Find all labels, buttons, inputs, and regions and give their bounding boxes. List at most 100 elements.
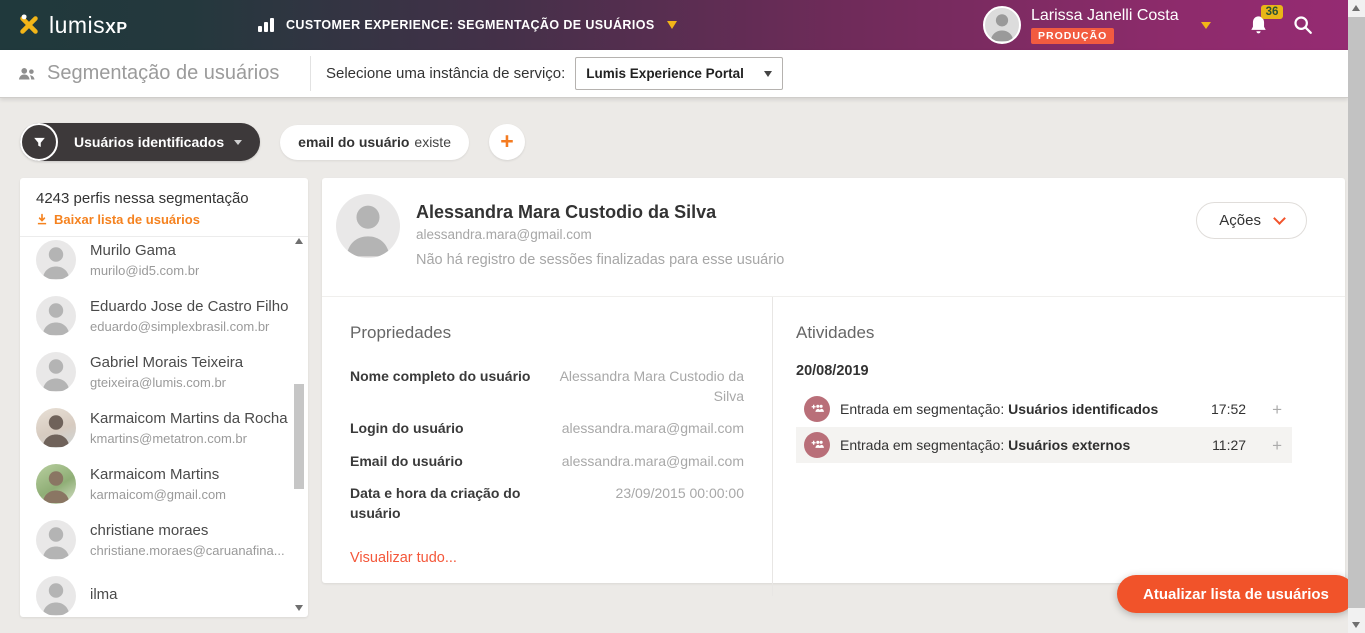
user-email: gteixeira@lumis.com.br xyxy=(90,375,243,390)
context-menu[interactable]: CUSTOMER EXPERIENCE: SEGMENTAÇÃO DE USUÁ… xyxy=(258,0,677,50)
detail-body: Propriedades Nome completo do usuário Al… xyxy=(322,297,1345,596)
filter-condition[interactable]: email do usuário existe xyxy=(280,125,469,160)
activity-row: Entrada em segmentação: Usuários identif… xyxy=(796,391,1292,427)
property-value: 23/09/2015 00:00:00 xyxy=(546,484,744,504)
update-users-button[interactable]: Atualizar lista de usuários xyxy=(1117,575,1355,613)
user-menu-caret-icon[interactable] xyxy=(1201,22,1211,29)
download-label: Baixar lista de usuários xyxy=(54,212,200,227)
list-header: 4243 perfis nessa segmentação Baixar lis… xyxy=(20,178,308,236)
expand-plus-icon[interactable]: + xyxy=(1272,437,1282,454)
brand-name: lumis xyxy=(49,12,105,39)
add-to-segment-icon xyxy=(804,432,830,458)
environment-badge: PRODUÇÃO xyxy=(1031,28,1114,44)
avatar xyxy=(36,296,76,336)
actions-label: Ações xyxy=(1219,212,1261,229)
detail-user-name: Alessandra Mara Custodio da Silva xyxy=(416,202,784,223)
expand-plus-icon[interactable]: + xyxy=(1272,401,1282,418)
list-item[interactable]: Murilo Gama murilo@id5.com.br xyxy=(20,232,308,288)
caret-down-icon xyxy=(764,71,772,77)
user-name: Karmaicom Martins xyxy=(90,466,226,485)
context-label: CUSTOMER EXPERIENCE: SEGMENTAÇÃO DE USUÁ… xyxy=(286,18,655,32)
segment-selector[interactable]: Usuários identificados xyxy=(20,123,260,161)
property-value: Alessandra Mara Custodio da Silva xyxy=(546,367,744,406)
user-area: Larissa Janelli Costa PRODUÇÃO 36 xyxy=(983,0,1314,50)
property-label: Login do usuário xyxy=(350,419,546,439)
property-value: alessandra.mara@gmail.com xyxy=(546,419,744,439)
list-item[interactable]: ilma xyxy=(20,568,308,617)
profiles-count: 4243 perfis nessa segmentação xyxy=(36,190,292,207)
instance-select-value: Lumis Experience Portal xyxy=(586,66,744,81)
view-all-link[interactable]: Visualizar tudo... xyxy=(350,550,744,566)
actions-button[interactable]: Ações xyxy=(1196,202,1307,239)
list-item[interactable]: Karmaicom Martins karmaicom@gmail.com xyxy=(20,456,308,512)
avatar xyxy=(336,194,400,258)
user-name: Eduardo Jose de Castro Filho xyxy=(90,298,288,317)
user-email: karmaicom@gmail.com xyxy=(90,487,226,502)
activity-text: Entrada em segmentação: Usuários externo… xyxy=(840,437,1130,453)
activities-heading: Atividades xyxy=(796,323,1292,343)
page-scrollbar[interactable] xyxy=(1348,0,1365,633)
caret-down-icon xyxy=(234,140,242,145)
list-item[interactable]: christiane moraes christiane.moraes@caru… xyxy=(20,512,308,568)
list-item[interactable]: Gabriel Morais Teixeira gteixeira@lumis.… xyxy=(20,344,308,400)
session-note: Não há registro de sessões finalizadas p… xyxy=(416,252,784,268)
user-name: ilma xyxy=(90,586,118,605)
caret-down-icon xyxy=(667,21,677,29)
avatar xyxy=(36,464,76,504)
detail-header: Alessandra Mara Custodio da Silva alessa… xyxy=(322,178,1345,297)
activity-time: 17:52 xyxy=(1211,401,1246,417)
activity-time: 11:27 xyxy=(1212,437,1246,453)
avatar xyxy=(36,520,76,560)
brand-logo[interactable]: lumis XP xyxy=(16,0,128,50)
add-filter-button[interactable]: + xyxy=(489,124,525,160)
page-title-text: Segmentação de usuários xyxy=(47,62,279,85)
search-icon xyxy=(1292,14,1314,36)
avatar[interactable] xyxy=(983,6,1021,44)
property-row: Email do usuário alessandra.mara@gmail.c… xyxy=(350,452,744,472)
property-label: Email do usuário xyxy=(350,452,546,472)
plus-icon: + xyxy=(500,130,513,153)
logo-x-icon xyxy=(16,12,42,38)
notifications-button[interactable]: 36 xyxy=(1247,14,1270,37)
scrollbar-thumb[interactable] xyxy=(294,384,304,489)
activities-rows: Entrada em segmentação: Usuários identif… xyxy=(796,391,1292,463)
brand-suffix: XP xyxy=(105,20,127,38)
users-icon xyxy=(16,63,38,85)
list-item[interactable]: Karmaicom Martins da Rocha kmartins@meta… xyxy=(20,400,308,456)
segment-users-panel: 4243 perfis nessa segmentação Baixar lis… xyxy=(20,178,308,617)
user-email: kmartins@metatron.com.br xyxy=(90,431,288,446)
properties-rows: Nome completo do usuário Alessandra Mara… xyxy=(350,367,744,524)
user-email: eduardo@simplexbrasil.com.br xyxy=(90,319,288,334)
search-button[interactable] xyxy=(1292,14,1314,36)
avatar xyxy=(36,576,76,616)
user-email: christiane.moraes@caruanafina... xyxy=(90,543,285,558)
divider xyxy=(310,56,311,91)
property-row: Data e hora da criação do usuário 23/09/… xyxy=(350,484,744,523)
avatar xyxy=(36,240,76,280)
property-value: alessandra.mara@gmail.com xyxy=(546,452,744,472)
scrollbar-thumb[interactable] xyxy=(1348,17,1365,608)
activities-section: Atividades 20/08/2019 Entrada em segment… xyxy=(772,297,1345,596)
activity-row: Entrada em segmentação: Usuários externo… xyxy=(796,427,1292,463)
activity-text: Entrada em segmentação: Usuários identif… xyxy=(840,401,1158,417)
scroll-up-icon[interactable] xyxy=(295,238,303,244)
properties-heading: Propriedades xyxy=(350,323,744,343)
instance-selector-group: Selecione uma instância de serviço: Lumi… xyxy=(326,50,783,97)
scroll-down-icon[interactable] xyxy=(1352,622,1360,628)
instance-label: Selecione uma instância de serviço: xyxy=(326,65,565,82)
download-users-link[interactable]: Baixar lista de usuários xyxy=(36,212,292,227)
top-bar: lumis XP CUSTOMER EXPERIENCE: SEGMENTAÇÃ… xyxy=(0,0,1348,50)
user-name: Larissa Janelli Costa xyxy=(1031,7,1179,25)
instance-select[interactable]: Lumis Experience Portal xyxy=(575,57,783,90)
page-title: Segmentação de usuários xyxy=(16,50,279,97)
funnel-icon xyxy=(20,123,58,161)
list-item[interactable]: Eduardo Jose de Castro Filho eduardo@sim… xyxy=(20,288,308,344)
scroll-down-icon[interactable] xyxy=(295,605,303,611)
activities-date: 20/08/2019 xyxy=(796,363,1292,379)
user-name: Karmaicom Martins da Rocha xyxy=(90,410,288,429)
property-row: Nome completo do usuário Alessandra Mara… xyxy=(350,367,744,406)
user-detail-card: Alessandra Mara Custodio da Silva alessa… xyxy=(322,178,1345,583)
scroll-up-icon[interactable] xyxy=(1352,5,1360,11)
add-to-segment-icon xyxy=(804,396,830,422)
list-scrollbar[interactable] xyxy=(293,236,306,613)
